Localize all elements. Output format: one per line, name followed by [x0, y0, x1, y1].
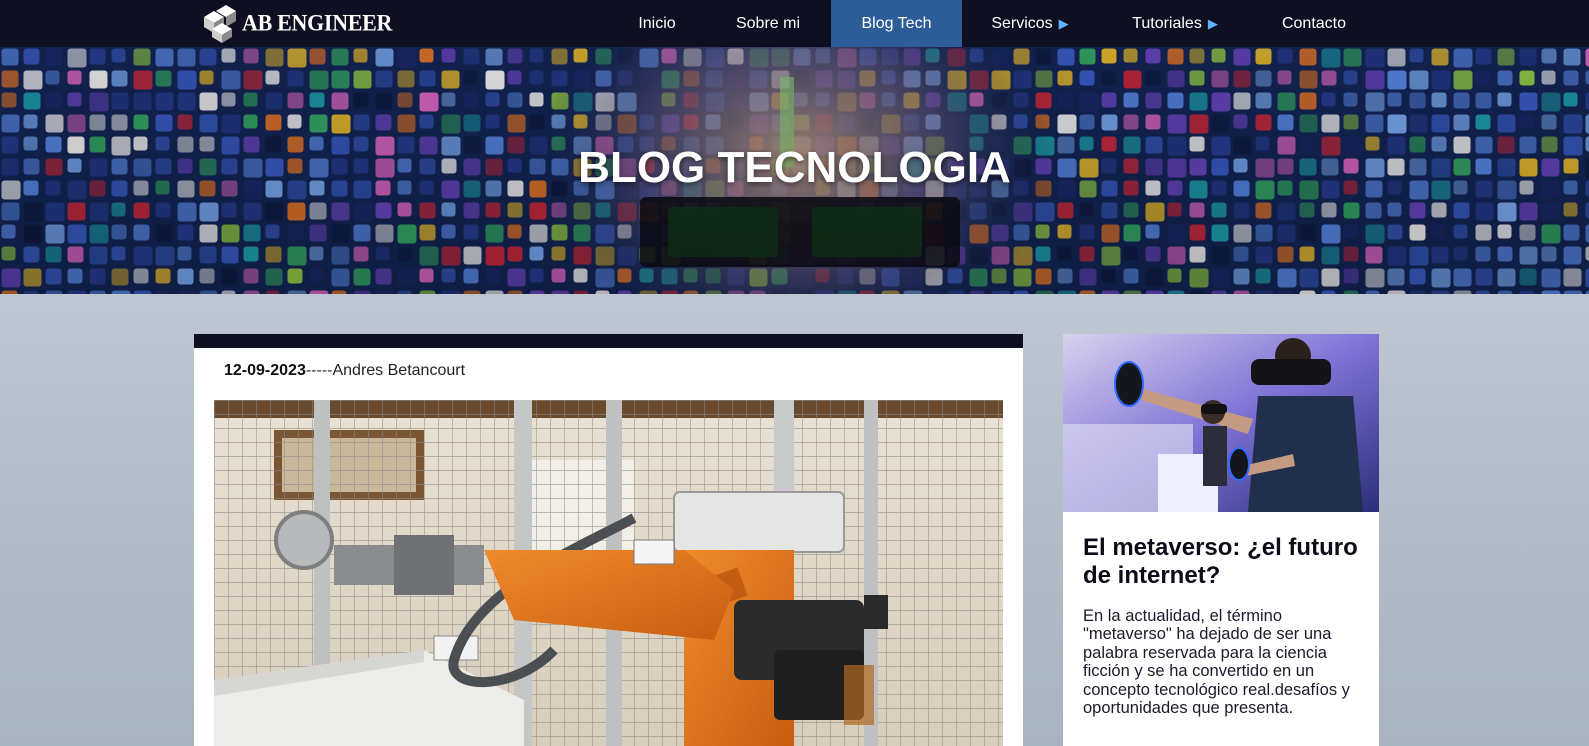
stacked-cubes-icon: [204, 5, 236, 43]
nav-label: Sobre mi: [735, 14, 801, 32]
nav-item-sobre-mi[interactable]: Sobre mi: [712, 0, 824, 47]
hero-banner: BLOG TECNOLOGIA: [0, 47, 1589, 294]
post-meta: 12-09-2023-----Andres Betancourt: [224, 362, 465, 380]
nav-label: Contacto: [1281, 14, 1347, 32]
nav-label: Inicio: [638, 14, 676, 32]
post-author[interactable]: Andres Betancourt: [332, 362, 465, 379]
sidebar-post-title[interactable]: El metaverso: ¿el futuro de internet?: [1083, 534, 1363, 590]
post-card-topbar: [194, 334, 1023, 348]
nav-item-servicos[interactable]: Servicos ▶: [975, 0, 1085, 47]
nav-label: Blog Tech: [861, 14, 932, 32]
sidebar-post-card: El metaverso: ¿el futuro de internet? En…: [1063, 334, 1379, 746]
nav-item-contacto[interactable]: Contacto: [1262, 0, 1366, 47]
triangle-right-icon: ▶: [1058, 15, 1069, 31]
blog-post-card: 12-09-2023-----Andres Betancourt: [194, 334, 1023, 746]
brand-name: AB ENGINEER: [242, 9, 393, 36]
top-navbar: AB ENGINEER Inicio Sobre mi Blog Tech Se…: [0, 0, 1589, 47]
nav-label: Servicos: [991, 14, 1053, 32]
nav-item-tutoriales[interactable]: Tutoriales ▶: [1115, 0, 1235, 47]
nav-item-inicio[interactable]: Inicio: [612, 0, 702, 47]
sidebar-post-excerpt: En la actualidad, el término "metaverso"…: [1083, 607, 1350, 718]
nav-item-blog-tech[interactable]: Blog Tech: [831, 0, 962, 47]
robot-arm-photo: [214, 400, 1003, 746]
triangle-right-icon: ▶: [1207, 15, 1218, 31]
post-date: 12-09-2023: [224, 362, 306, 379]
meta-separator: -----: [305, 362, 333, 379]
brand-logo[interactable]: AB ENGINEER: [200, 3, 392, 43]
nav-label: Tutoriales: [1132, 14, 1202, 32]
post-image-robot-arm[interactable]: [214, 400, 1003, 746]
sidebar-post-image[interactable]: [1063, 334, 1379, 512]
vr-user-photo: [1063, 334, 1379, 512]
hero-title: BLOG TECNOLOGIA: [578, 143, 1011, 192]
